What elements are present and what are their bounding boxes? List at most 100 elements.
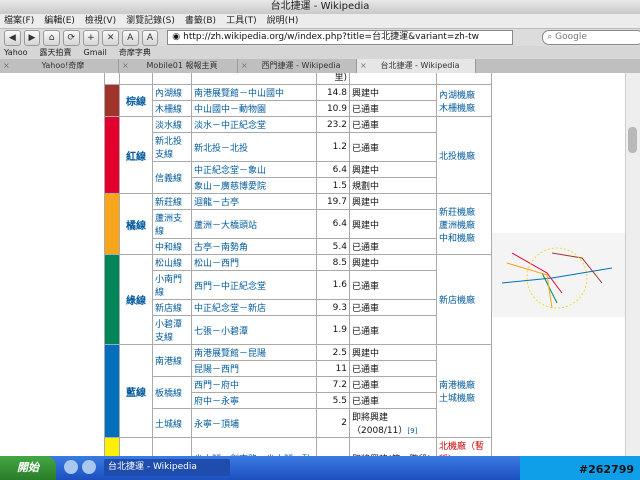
tab-mobile01[interactable]: × Mobile01 報報主頁 bbox=[119, 59, 238, 73]
route[interactable]: 迴龍－古亭 bbox=[191, 193, 317, 210]
menu-history[interactable]: 瀏覽記錄(S) bbox=[126, 14, 175, 28]
length-km: 23.2 bbox=[316, 116, 350, 133]
browser-icon[interactable] bbox=[82, 460, 96, 474]
close-icon[interactable]: × bbox=[122, 59, 129, 73]
status: 已通車 bbox=[349, 360, 437, 377]
line-name[interactable]: 紅線 bbox=[119, 116, 153, 194]
route[interactable]: 中正紀念堂－新店 bbox=[191, 299, 317, 316]
section-name[interactable]: 小南門線 bbox=[152, 270, 192, 300]
table-row: 土城線 永寧－頂埔 2 即將興建（2008/11）[9] bbox=[105, 408, 492, 438]
line-name[interactable]: 橘線 bbox=[119, 193, 153, 255]
route[interactable]: 中山國中－動物園 bbox=[191, 100, 317, 117]
route[interactable]: 昆陽－西門 bbox=[191, 360, 317, 377]
search-input[interactable]: ⌕ Google bbox=[542, 30, 640, 45]
depot-link[interactable]: 北機廠（暫稱） bbox=[439, 439, 489, 456]
reload-button[interactable]: ⟳ bbox=[62, 29, 80, 46]
vertical-scrollbar[interactable] bbox=[625, 73, 640, 456]
route[interactable]: 南港展覽館－昆陽 bbox=[191, 344, 317, 361]
bookmark-yahoo[interactable]: Yahoo bbox=[4, 46, 28, 59]
close-icon[interactable]: × bbox=[241, 59, 248, 73]
home-button[interactable]: ⌂ bbox=[43, 29, 60, 46]
route[interactable]: 松山－西門 bbox=[191, 254, 317, 271]
route[interactable]: 古亭－南勢角 bbox=[191, 238, 317, 255]
menu-view[interactable]: 檢視(V) bbox=[85, 14, 116, 28]
route[interactable]: 象山－廣慈博愛院 bbox=[191, 177, 317, 194]
depot-link[interactable]: 木柵機廠 bbox=[439, 101, 489, 114]
tab-yahoo[interactable]: × Yahoo!奇摩 bbox=[0, 59, 119, 73]
menu-tools[interactable]: 工具(T) bbox=[226, 14, 257, 28]
route[interactable]: 府中－永寧 bbox=[191, 392, 317, 409]
bookmark-dictionary[interactable]: 奇摩字典 bbox=[119, 46, 151, 59]
section-name[interactable]: 南港線 bbox=[152, 344, 192, 377]
metro-map-thumbnail[interactable] bbox=[492, 233, 627, 317]
depot-link[interactable]: 內湖機廠 bbox=[439, 88, 489, 101]
tab-ximen[interactable]: × 西門捷運 - Wikipedia bbox=[238, 59, 357, 73]
status-text: 興建中 bbox=[352, 220, 380, 231]
route[interactable]: 蘆洲－大橋頭站 bbox=[191, 209, 317, 239]
status: 已通車 bbox=[349, 238, 437, 255]
line-name[interactable]: 黃線 bbox=[119, 437, 153, 456]
line-name[interactable]: 藍線 bbox=[119, 344, 153, 438]
stop-button[interactable]: ✕ bbox=[102, 29, 119, 46]
start-button[interactable]: 開始 bbox=[0, 456, 56, 480]
section-name[interactable]: 內湖線 bbox=[152, 84, 192, 101]
status-text: 已通車 bbox=[352, 143, 380, 154]
section-name[interactable]: 土城線 bbox=[152, 408, 192, 438]
depot-link[interactable]: 北投機廠 bbox=[439, 149, 489, 162]
menu-bookmarks[interactable]: 書籤(B) bbox=[185, 14, 216, 28]
zoom-in-button[interactable]: A bbox=[141, 29, 159, 46]
route[interactable]: 南港展覽館－中山國中 bbox=[191, 84, 317, 101]
section-name[interactable]: 蘆洲支線 bbox=[152, 209, 192, 239]
section-name[interactable]: 淡水線 bbox=[152, 116, 192, 133]
bookmark-gmail[interactable]: Gmail bbox=[84, 46, 107, 59]
section-name[interactable]: 松山線 bbox=[152, 254, 192, 271]
desktop-icon[interactable] bbox=[64, 460, 78, 474]
zoom-out-button[interactable]: A bbox=[121, 29, 139, 46]
section-name[interactable]: 新店線 bbox=[152, 299, 192, 316]
scrollbar-thumb[interactable] bbox=[628, 127, 637, 153]
close-icon[interactable]: × bbox=[360, 59, 367, 73]
depot-link[interactable]: 蘆洲機廠 bbox=[439, 218, 489, 231]
route[interactable]: 尖山腳－劍南路－尖山腳－動物園 bbox=[191, 437, 317, 456]
section-name[interactable]: 板橋線 bbox=[152, 376, 192, 409]
section-name[interactable]: 小碧潭支線 bbox=[152, 315, 192, 345]
section-name[interactable]: 信義線 bbox=[152, 161, 192, 194]
status-text: 興建中 bbox=[352, 198, 380, 208]
route[interactable]: 淡水－中正紀念堂 bbox=[191, 116, 317, 133]
section-name[interactable]: 木柵線 bbox=[152, 100, 192, 117]
taskbar-app-button[interactable]: 台北捷運 - Wikipedia bbox=[104, 459, 230, 476]
forward-button[interactable]: ▶ bbox=[23, 29, 41, 46]
length-km: 5.5 bbox=[316, 392, 350, 409]
section-name[interactable]: 環狀線 bbox=[152, 437, 192, 456]
section-name[interactable]: 中和線 bbox=[152, 238, 192, 255]
route[interactable]: 西門－府中 bbox=[191, 376, 317, 393]
route[interactable]: 新北投－北投 bbox=[191, 132, 317, 162]
section-name[interactable]: 新北投支線 bbox=[152, 132, 192, 162]
status: 興建中 bbox=[349, 254, 437, 271]
route[interactable]: 永寧－頂埔 bbox=[191, 408, 317, 438]
route[interactable]: 七張－小碧潭 bbox=[191, 315, 317, 345]
depot-link[interactable]: 中和機廠 bbox=[439, 231, 489, 244]
new-tab-button[interactable]: + bbox=[82, 29, 100, 46]
menu-help[interactable]: 說明(H) bbox=[267, 14, 299, 28]
back-button[interactable]: ◀ bbox=[4, 29, 21, 46]
route[interactable]: 西門－中正紀念堂 bbox=[191, 270, 317, 300]
line-name[interactable]: 綠線 bbox=[119, 254, 153, 345]
route[interactable]: 中正紀念堂－象山 bbox=[191, 161, 317, 178]
reference-link[interactable]: [9] bbox=[407, 427, 417, 435]
depot-link[interactable]: 土城機廠 bbox=[439, 391, 489, 404]
depot-link[interactable]: 新店機廠 bbox=[439, 293, 489, 306]
bookmark-ruten[interactable]: 露天拍賣 bbox=[40, 46, 72, 59]
nav-toolbar: ◀ ▶ ⌂ ⟳ + ✕ A A ◉ http://zh.wikipedia.or… bbox=[0, 29, 640, 46]
tab-label: 西門捷運 - Wikipedia bbox=[261, 61, 341, 70]
line-name[interactable]: 棕線 bbox=[119, 84, 153, 117]
menu-edit[interactable]: 編輯(E) bbox=[44, 14, 75, 28]
close-icon[interactable]: × bbox=[3, 59, 10, 73]
menu-file[interactable]: 檔案(F) bbox=[4, 14, 34, 28]
tab-taipei-metro[interactable]: × 台北捷運 - Wikipedia bbox=[357, 59, 476, 73]
section-name[interactable]: 新莊線 bbox=[152, 193, 192, 210]
depot-link[interactable]: 南港機廠 bbox=[439, 378, 489, 391]
length-km: 5.4 bbox=[316, 238, 350, 255]
depot-link[interactable]: 新莊機廠 bbox=[439, 205, 489, 218]
address-bar[interactable]: ◉ http://zh.wikipedia.org/w/index.php?ti… bbox=[167, 30, 514, 45]
